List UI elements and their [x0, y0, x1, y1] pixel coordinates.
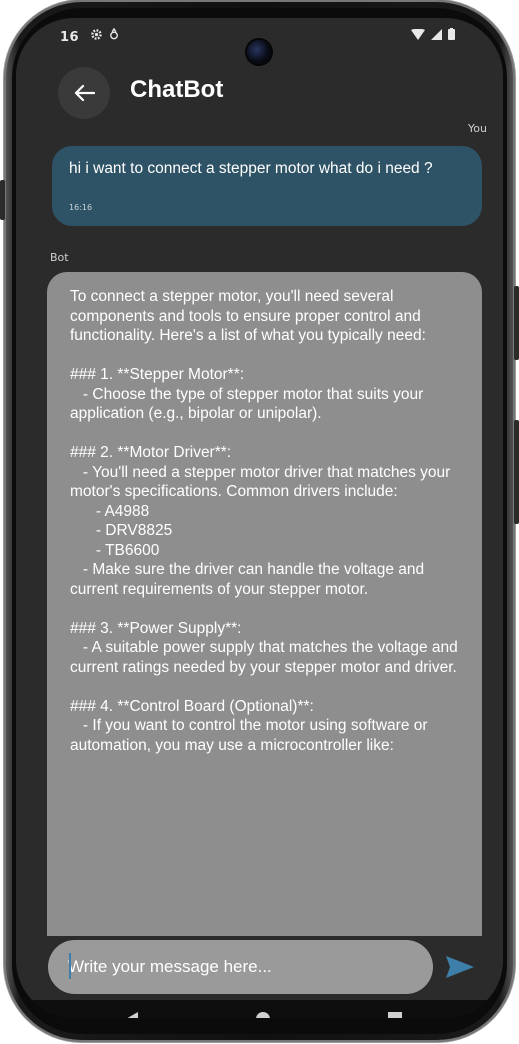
- signal-icon: [431, 28, 442, 40]
- message-input[interactable]: [48, 940, 433, 994]
- arrow-left-icon: [74, 84, 95, 102]
- phone-volume-button: [514, 420, 519, 524]
- status-time: 16: [60, 30, 80, 45]
- composer: [16, 936, 503, 1000]
- nav-recents-icon[interactable]: [388, 1012, 402, 1018]
- text-caret: [69, 953, 71, 979]
- nav-home-icon[interactable]: [256, 1012, 270, 1018]
- phone-side-button: [0, 180, 5, 220]
- sender-label-you: You: [468, 122, 487, 135]
- app-bar: ChatBot: [16, 62, 503, 128]
- back-button[interactable]: [58, 67, 110, 119]
- sender-label-bot: Bot: [50, 251, 69, 264]
- status-icons-right: [411, 28, 455, 40]
- vpn-icon: [110, 28, 118, 40]
- app-screen: 16 ChatBot You hi i want to connect a st…: [16, 18, 503, 1018]
- send-button[interactable]: [443, 950, 477, 984]
- page-title: ChatBot: [130, 76, 224, 103]
- gear-icon: [91, 29, 102, 40]
- battery-icon: [448, 28, 455, 40]
- status-icons-left: [90, 28, 119, 41]
- phone-power-button: [514, 286, 519, 360]
- front-camera: [247, 40, 271, 64]
- bot-message-bubble: To connect a stepper motor, you'll need …: [47, 272, 482, 972]
- send-icon: [446, 956, 474, 978]
- user-message-text: hi i want to connect a stepper motor wha…: [69, 160, 433, 177]
- user-message-time: 16:16: [69, 203, 93, 212]
- system-nav-bar: [16, 1000, 503, 1018]
- bot-message-text: To connect a stepper motor, you'll need …: [70, 288, 458, 754]
- user-message-bubble: hi i want to connect a stepper motor wha…: [52, 146, 482, 226]
- nav-back-icon[interactable]: [124, 1012, 138, 1018]
- wifi-icon: [411, 28, 425, 40]
